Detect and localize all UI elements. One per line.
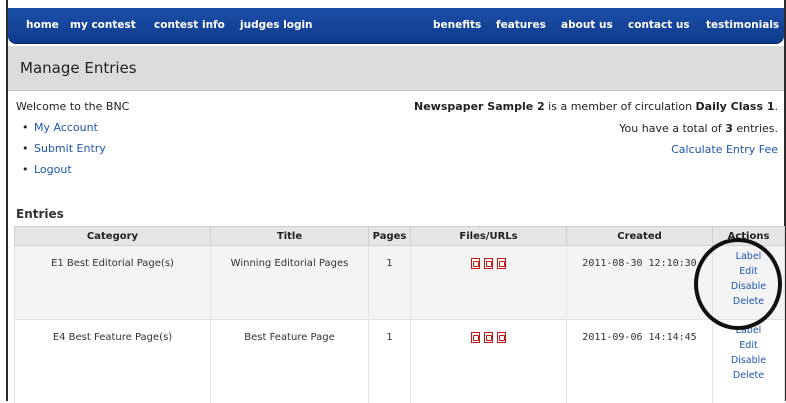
nav-testimonials[interactable]: testimonials: [706, 19, 779, 31]
column-header-created: Created: [567, 227, 713, 246]
nav-home[interactable]: home: [26, 19, 59, 31]
delete-action-link[interactable]: Delete: [714, 368, 783, 383]
column-header-category: Category: [15, 227, 211, 246]
nav-features[interactable]: features: [496, 19, 546, 31]
pdf-icon[interactable]: [497, 258, 506, 269]
column-header-files: Files/URLs: [411, 227, 567, 246]
entry-total: You have a total of 3 entries.: [619, 122, 778, 135]
entry-title: Winning Editorial Pages: [211, 246, 369, 320]
entry-total-suffix: entries.: [733, 122, 778, 135]
pdf-icon[interactable]: [471, 332, 480, 343]
entry-files: [411, 246, 567, 320]
account-links: My Account Submit Entry Logout: [34, 120, 106, 183]
annotation-circle: [694, 238, 782, 330]
my-account-link[interactable]: My Account: [34, 120, 106, 141]
column-header-pages: Pages: [369, 227, 411, 246]
entry-actions: Label Edit Disable Delete: [713, 320, 785, 403]
nav-about-us[interactable]: about us: [561, 19, 613, 31]
circulation-class: Daily Class 1: [696, 100, 775, 113]
entry-created: 2011-09-06 14:14:45: [567, 320, 713, 403]
entry-category: E4 Best Feature Page(s): [15, 320, 211, 403]
nav-benefits[interactable]: benefits: [433, 19, 481, 31]
entry-files: [411, 320, 567, 403]
newspaper-name: Newspaper Sample 2: [414, 100, 545, 113]
entry-category: E1 Best Editorial Page(s): [15, 246, 211, 320]
submit-entry-link[interactable]: Submit Entry: [34, 141, 106, 162]
calculate-entry-fee-link[interactable]: Calculate Entry Fee: [671, 143, 778, 156]
entry-total-prefix: You have a total of: [619, 122, 725, 135]
edit-action-link[interactable]: Edit: [714, 338, 783, 353]
membership-period: .: [775, 100, 779, 113]
entry-pages: 1: [369, 320, 411, 403]
nav-judges-login[interactable]: judges login: [240, 19, 313, 31]
column-header-title: Title: [211, 227, 369, 246]
pdf-icon[interactable]: [471, 258, 480, 269]
table-row: E4 Best Feature Page(s) Best Feature Pag…: [15, 320, 785, 403]
entry-created: 2011-08-30 12:10:30: [567, 246, 713, 320]
membership-info: Newspaper Sample 2 is a member of circul…: [414, 100, 778, 113]
top-navigation: home my contest contest info judges logi…: [8, 8, 784, 44]
logout-link[interactable]: Logout: [34, 162, 106, 183]
nav-contact-us[interactable]: contact us: [628, 19, 690, 31]
entries-heading: Entries: [16, 207, 64, 221]
entry-title: Best Feature Page: [211, 320, 369, 403]
pdf-icon[interactable]: [484, 332, 493, 343]
entry-count: 3: [725, 122, 733, 135]
nav-contest-info[interactable]: contest info: [154, 19, 225, 31]
table-header-row: Category Title Pages Files/URLs Created …: [15, 227, 785, 246]
pdf-icon[interactable]: [484, 258, 493, 269]
nav-my-contest[interactable]: my contest: [70, 19, 136, 31]
pdf-icon[interactable]: [497, 332, 506, 343]
membership-text: is a member of circulation: [545, 100, 696, 113]
page-header: Manage Entries: [8, 46, 784, 91]
entries-table: Category Title Pages Files/URLs Created …: [14, 226, 785, 403]
table-row: E1 Best Editorial Page(s) Winning Editor…: [15, 246, 785, 320]
entry-pages: 1: [369, 246, 411, 320]
disable-action-link[interactable]: Disable: [714, 353, 783, 368]
welcome-text: Welcome to the BNC: [16, 100, 129, 113]
page-title: Manage Entries: [20, 59, 137, 77]
